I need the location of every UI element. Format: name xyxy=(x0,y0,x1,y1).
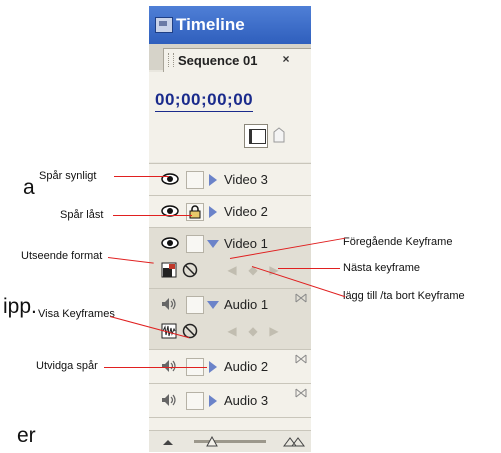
track-name: Video 3 xyxy=(224,172,268,187)
timeline-icon xyxy=(155,17,173,33)
background-text-a: a xyxy=(23,176,35,199)
track-name: Video 2 xyxy=(224,204,268,219)
track-video-3[interactable]: Video 3 xyxy=(149,163,311,195)
track-name: Audio 1 xyxy=(224,297,269,312)
tab-grip-icon[interactable] xyxy=(168,53,174,67)
zoom-in-icon[interactable] xyxy=(283,435,305,447)
lock-icon xyxy=(189,205,201,219)
tab-label: Sequence 01 xyxy=(178,53,258,68)
annotation-line xyxy=(107,257,154,264)
snap-button[interactable] xyxy=(244,124,268,148)
lock-toggle[interactable] xyxy=(186,296,204,314)
annotation-track-visible: Spår synligt xyxy=(39,170,97,182)
background-text-er: er xyxy=(17,424,36,447)
set-marker-icon[interactable] xyxy=(273,127,285,143)
annotation-show-keyframes: Visa Keyframes xyxy=(38,308,115,320)
previous-keyframe-icon[interactable]: ◀ xyxy=(224,263,240,277)
lock-toggle[interactable] xyxy=(186,392,204,410)
speaker-icon[interactable] xyxy=(161,297,177,311)
annotation-expand-track: Utvidga spår xyxy=(36,360,98,372)
tab-sequence-01[interactable]: Sequence 01 × xyxy=(163,48,311,73)
timecode-display[interactable]: 00;00;00;00 xyxy=(155,90,254,112)
add-remove-keyframe-icon[interactable]: ◆ xyxy=(245,324,261,338)
track-target-icon[interactable] xyxy=(295,293,307,303)
zoom-slider-handle[interactable] xyxy=(206,436,218,447)
expand-triangle-icon[interactable] xyxy=(209,361,217,373)
annotation-next-keyframe: Nästa keyframe xyxy=(343,262,421,274)
annotation-add-remove-keyframe: lägg till /ta bort Keyframe xyxy=(343,290,465,302)
zoom-out-icon[interactable] xyxy=(161,437,175,447)
track-audio-3[interactable]: Audio 3 xyxy=(149,383,311,417)
expand-triangle-icon[interactable] xyxy=(209,174,217,186)
timeline-panel: Timeline Sequence 01 × 00;00;00;00 Video… xyxy=(149,6,311,452)
track-audio-2[interactable]: Audio 2 xyxy=(149,349,311,383)
next-keyframe-icon[interactable]: ▶ xyxy=(266,324,282,338)
zoom-slider-track[interactable] xyxy=(194,440,266,443)
collapse-triangle-icon[interactable] xyxy=(207,240,219,248)
track-target-icon[interactable] xyxy=(295,388,307,398)
lock-toggle[interactable] xyxy=(186,235,204,253)
add-remove-keyframe-icon[interactable]: ◆ xyxy=(245,263,261,277)
zoom-bar xyxy=(149,430,311,452)
track-audio-1[interactable]: Audio 1 ◀ ◆ ▶ xyxy=(149,288,311,349)
previous-keyframe-icon[interactable]: ◀ xyxy=(224,324,240,338)
eye-icon[interactable] xyxy=(161,172,179,186)
annotation-track-locked: Spår låst xyxy=(60,209,104,221)
snap-icon xyxy=(249,129,266,144)
expand-triangle-icon[interactable] xyxy=(209,206,217,218)
track-name: Video 1 xyxy=(224,236,268,251)
annotation-line xyxy=(114,176,169,177)
annotation-display-style: Utseende format xyxy=(21,250,103,262)
track-video-2[interactable]: Video 2 xyxy=(149,195,311,227)
lock-toggle[interactable] xyxy=(186,203,204,221)
track-target-icon[interactable] xyxy=(295,354,307,364)
panel-title: Timeline xyxy=(176,15,245,34)
lock-toggle[interactable] xyxy=(186,171,204,189)
speaker-icon[interactable] xyxy=(161,393,177,407)
collapse-triangle-icon[interactable] xyxy=(207,301,219,309)
expand-triangle-icon[interactable] xyxy=(209,395,217,407)
track-name: Audio 3 xyxy=(224,393,269,408)
track-name: Audio 2 xyxy=(224,359,269,374)
close-icon[interactable]: × xyxy=(279,52,293,66)
annotation-line xyxy=(113,215,192,216)
track-master-partial xyxy=(149,417,311,431)
annotation-line xyxy=(104,367,207,368)
annotation-line xyxy=(278,268,340,269)
display-style-icon[interactable] xyxy=(161,262,177,278)
show-keyframes-icon[interactable] xyxy=(182,262,198,278)
background-text-ipp: ipp. xyxy=(3,295,37,318)
annotation-previous-keyframe: Föregående Keyframe xyxy=(343,236,453,248)
eye-icon[interactable] xyxy=(161,236,179,250)
panel-title-bar[interactable]: Timeline xyxy=(149,6,311,44)
timeline-header: 00;00;00;00 xyxy=(149,72,311,162)
speaker-icon[interactable] xyxy=(161,359,177,373)
